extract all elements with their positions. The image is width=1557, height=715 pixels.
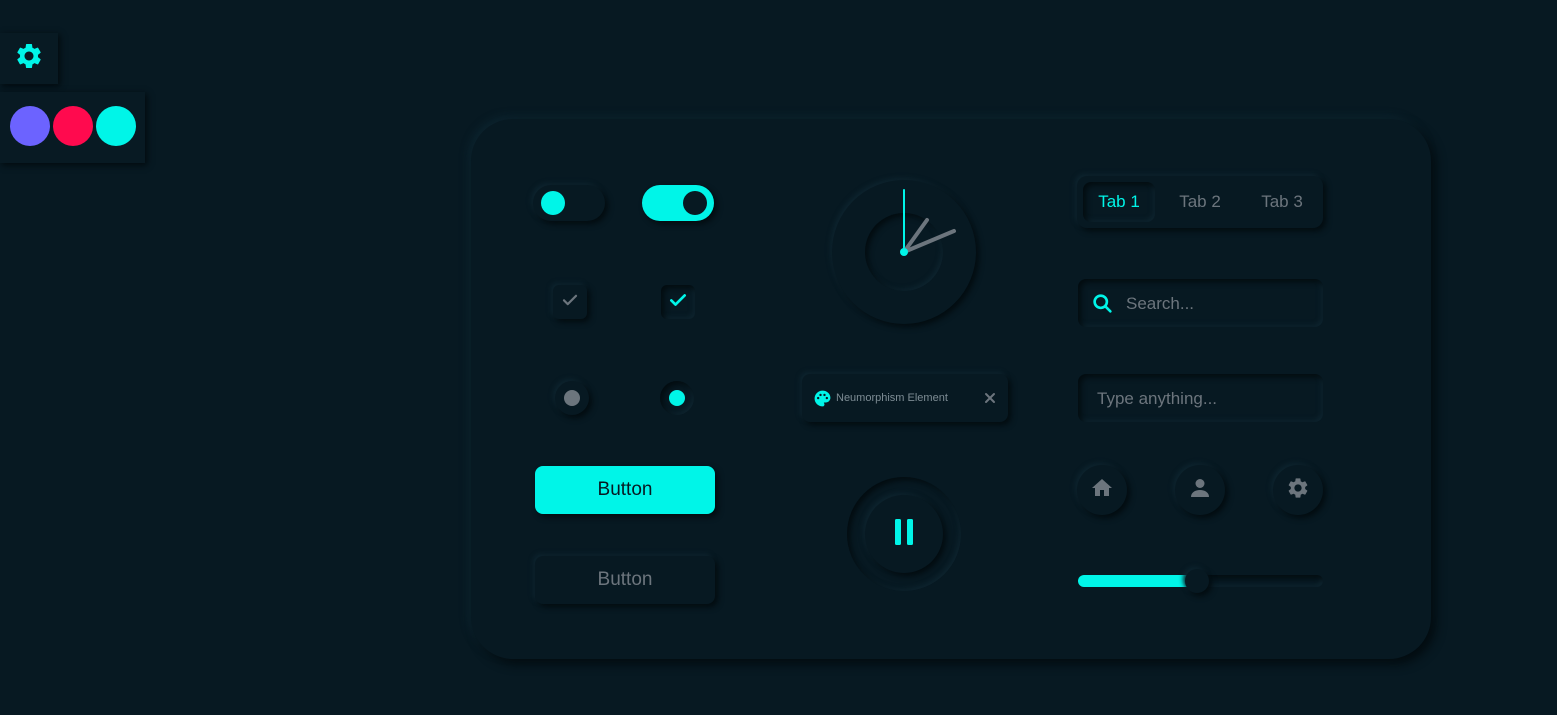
radio-selected[interactable] [660, 381, 694, 415]
user-icon [1188, 476, 1212, 505]
check-icon [561, 291, 579, 314]
slider-fill [1078, 575, 1197, 587]
clock-center-dot [900, 248, 908, 256]
swatch-cyan[interactable] [96, 106, 136, 146]
settings-toggle-button[interactable] [0, 33, 58, 84]
radio-dot [564, 390, 580, 406]
slider-thumb[interactable] [1184, 569, 1209, 593]
close-icon[interactable] [982, 390, 998, 406]
tab-1[interactable]: Tab 1 [1083, 182, 1155, 222]
gear-icon [14, 41, 44, 76]
radio-dot [669, 390, 685, 406]
swatch-purple[interactable] [10, 106, 50, 146]
text-field [1078, 374, 1323, 424]
chip-label: Neumorphism Element [836, 392, 948, 404]
pause-icon [892, 517, 916, 552]
neumorphism-card: Button Button Neumorphism Element Tab 1 [471, 119, 1431, 659]
clock [832, 180, 976, 324]
swatch-red[interactable] [53, 106, 93, 146]
text-input[interactable] [1095, 374, 1319, 424]
palette-icon [813, 389, 832, 408]
home-button[interactable] [1077, 465, 1127, 515]
switch-knob [683, 191, 707, 215]
color-palette [0, 92, 145, 163]
home-icon [1090, 476, 1114, 505]
switch-on[interactable] [642, 185, 714, 221]
search-icon [1092, 293, 1113, 314]
secondary-button[interactable]: Button [535, 556, 715, 604]
check-icon [668, 290, 688, 315]
primary-button[interactable]: Button [535, 466, 715, 514]
search-input[interactable] [1124, 279, 1318, 329]
range-slider[interactable] [1078, 569, 1323, 593]
pause-button[interactable] [865, 495, 943, 573]
checkbox-unchecked[interactable] [553, 285, 587, 319]
radio-unselected[interactable] [555, 381, 589, 415]
media-player [847, 477, 961, 591]
user-button[interactable] [1175, 465, 1225, 515]
tab-2[interactable]: Tab 2 [1163, 182, 1237, 222]
tab-bar: Tab 1 Tab 2 Tab 3 [1077, 176, 1323, 228]
switch-knob [541, 191, 565, 215]
switch-off[interactable] [533, 185, 605, 221]
checkbox-checked[interactable] [661, 285, 695, 319]
tab-3[interactable]: Tab 3 [1245, 182, 1319, 222]
gear-icon [1286, 476, 1310, 505]
settings-button[interactable] [1273, 465, 1323, 515]
clock-hands [900, 189, 956, 256]
chip: Neumorphism Element [802, 374, 1008, 422]
search-field [1078, 279, 1323, 329]
